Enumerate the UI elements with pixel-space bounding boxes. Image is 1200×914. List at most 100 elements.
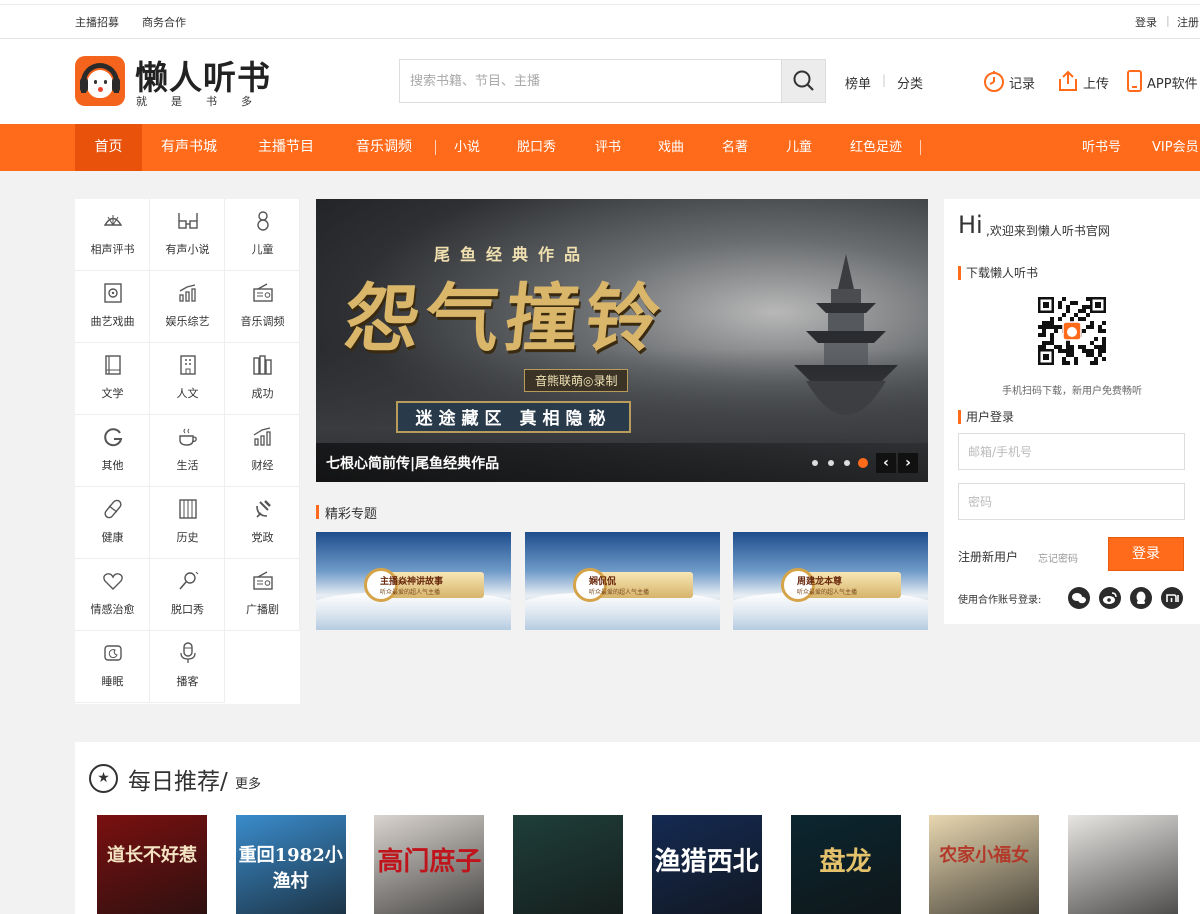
book-cover[interactable]: 重回1982小渔村 xyxy=(235,815,346,914)
search-button[interactable] xyxy=(781,60,825,102)
category-item[interactable]: 相声评书 xyxy=(75,199,150,271)
carousel-dot[interactable] xyxy=(828,460,834,466)
nav-red-footprint[interactable]: 红色足迹 xyxy=(850,124,902,171)
nav-listen-number[interactable]: 听书号 xyxy=(1082,124,1121,171)
logo-icon[interactable] xyxy=(75,56,125,106)
email-field[interactable] xyxy=(958,433,1185,470)
phone-icon[interactable] xyxy=(1126,69,1144,93)
nav-music-fm[interactable]: 音乐调频 xyxy=(356,124,412,171)
register-new-user-link[interactable]: 注册新用户 xyxy=(958,548,1018,565)
nav-children[interactable]: 儿童 xyxy=(786,124,812,171)
carousel-next-icon[interactable]: › xyxy=(898,453,918,473)
carousel-dot-active[interactable] xyxy=(858,458,868,468)
category-label: 有声小说 xyxy=(165,243,210,256)
xiaomi-icon[interactable] xyxy=(1161,587,1183,609)
topic-card[interactable]: 娴侃侃 听众最爱的超人气主播 xyxy=(525,532,720,630)
ranking-link[interactable]: 榜单 xyxy=(845,73,871,92)
category-label: 文学 xyxy=(101,387,124,400)
category-item[interactable]: 脱口秀 xyxy=(150,559,225,631)
topic-card[interactable]: 主播焱神讲故事 听众最爱的超人气主播 xyxy=(316,532,511,630)
category-item[interactable]: 人文 xyxy=(150,343,225,415)
category-grid: 相声评书 有声小说 儿童曲艺戏曲 娱乐综艺 音乐调频文学 人文 成功其他 生活 财经健康 历史 党政… xyxy=(75,199,300,704)
login-link[interactable]: 登录 xyxy=(1135,14,1157,30)
book-cover[interactable]: 渔猎西北 xyxy=(651,815,762,914)
category-label: 财经 xyxy=(251,459,274,472)
partner-login-label: 使用合作账号登录: xyxy=(958,595,1042,606)
category-item[interactable]: 儿童 xyxy=(225,199,300,271)
carousel-dot[interactable] xyxy=(844,460,850,466)
category-item[interactable]: 广播剧 xyxy=(225,559,300,631)
building-icon xyxy=(180,355,196,375)
category-item[interactable]: 成功 xyxy=(225,343,300,415)
microphone-icon xyxy=(179,571,199,590)
category-label: 儿童 xyxy=(251,243,274,256)
book-cover[interactable]: 农家小福女 xyxy=(929,815,1040,914)
category-label: 健康 xyxy=(101,531,124,544)
anchor-recruit-link[interactable]: 主播招募 xyxy=(75,14,119,30)
category-item[interactable]: 健康 xyxy=(75,487,150,559)
carousel-dot[interactable] xyxy=(812,460,818,466)
category-item[interactable]: 睡眠 xyxy=(75,631,150,703)
wechat-icon[interactable] xyxy=(1068,587,1090,609)
category-item[interactable]: 党政 xyxy=(225,487,300,559)
business-link[interactable]: 商务合作 xyxy=(142,14,186,30)
daily-recommend-section: ★ 每日推荐/ 更多 道长不好惹 重回1982小渔村 高门庶子 渔猎西北 盘龙 农家小福女 xyxy=(75,742,1200,914)
nav-storytelling[interactable]: 评书 xyxy=(595,124,621,171)
category-item[interactable]: 文学 xyxy=(75,343,150,415)
password-field[interactable] xyxy=(958,483,1185,520)
category-label: 音乐调频 xyxy=(240,315,285,328)
nav-vip[interactable]: VIP会员 xyxy=(1152,124,1199,171)
forgot-password-link[interactable]: 忘记密码 xyxy=(1038,550,1078,565)
top-divider xyxy=(0,4,1200,5)
category-label: 党政 xyxy=(251,531,274,544)
nav-novel[interactable]: 小说 xyxy=(454,124,480,171)
history-link[interactable]: 记录 xyxy=(1009,73,1035,92)
book-cover[interactable] xyxy=(513,815,624,914)
category-link[interactable]: 分类 xyxy=(897,73,923,92)
category-label: 人文 xyxy=(176,387,199,400)
logo-title[interactable]: 懒人听书 xyxy=(135,51,271,99)
weibo-icon[interactable] xyxy=(1099,587,1121,609)
moon-icon xyxy=(104,645,122,661)
radio-icon xyxy=(253,571,273,590)
topics-title: 精彩专题 xyxy=(325,507,378,522)
book-cover[interactable]: 道长不好惹 xyxy=(97,815,207,914)
category-item[interactable]: 情感治愈 xyxy=(75,559,150,631)
banner-caption[interactable]: 七根心简前传|尾鱼经典作品 xyxy=(326,453,499,473)
history-clock-icon[interactable] xyxy=(983,69,1005,93)
category-item[interactable]: 其他 xyxy=(75,415,150,487)
category-item[interactable]: 音乐调频 xyxy=(225,271,300,343)
nav-opera[interactable]: 戏曲 xyxy=(658,124,684,171)
category-item[interactable]: 历史 xyxy=(150,487,225,559)
fan-icon xyxy=(103,215,123,226)
upload-link[interactable]: 上传 xyxy=(1083,73,1109,92)
category-item[interactable]: 曲艺戏曲 xyxy=(75,271,150,343)
upload-icon[interactable] xyxy=(1057,69,1079,93)
book-cover[interactable]: 盘龙 xyxy=(790,815,901,914)
banner-carousel[interactable]: 尾鱼经典作品 怨气撞铃 音熊联萌◎录制 迷途藏区 真相隐秘 七根心简前传|尾鱼经… xyxy=(316,199,928,482)
nav-talkshow[interactable]: 脱口秀 xyxy=(517,124,556,171)
nav-anchor-programs[interactable]: 主播节目 xyxy=(258,124,314,171)
book-cover[interactable]: 高门庶子 xyxy=(374,815,485,914)
more-link[interactable]: 更多 xyxy=(235,773,261,792)
register-link[interactable]: 注册 xyxy=(1177,14,1199,30)
qr-code-icon[interactable] xyxy=(1036,295,1108,367)
search-input[interactable] xyxy=(400,60,782,102)
nav-classics[interactable]: 名著 xyxy=(722,124,748,171)
category-item[interactable]: 娱乐综艺 xyxy=(150,271,225,343)
category-item[interactable]: 生活 xyxy=(150,415,225,487)
nav-home[interactable]: 首页 xyxy=(75,124,142,171)
category-item[interactable]: 财经 xyxy=(225,415,300,487)
topic-card[interactable]: 周建龙本尊 听众最爱的超人气主播 xyxy=(733,532,928,630)
nav-audiobook-store[interactable]: 有声书城 xyxy=(161,124,217,171)
qq-icon[interactable] xyxy=(1130,587,1152,609)
category-item[interactable]: 播客 xyxy=(150,631,225,703)
login-button[interactable]: 登录 xyxy=(1108,537,1184,571)
book-cover-title: 道长不好惹 xyxy=(107,845,197,866)
book-cover-title: 盘龙 xyxy=(819,847,872,877)
carousel-prev-icon[interactable]: ‹ xyxy=(876,453,896,473)
book-cover[interactable] xyxy=(1067,815,1178,914)
category-item[interactable]: 有声小说 xyxy=(150,199,225,271)
app-download-link[interactable]: APP软件 xyxy=(1147,73,1198,92)
books-icon xyxy=(253,355,272,375)
